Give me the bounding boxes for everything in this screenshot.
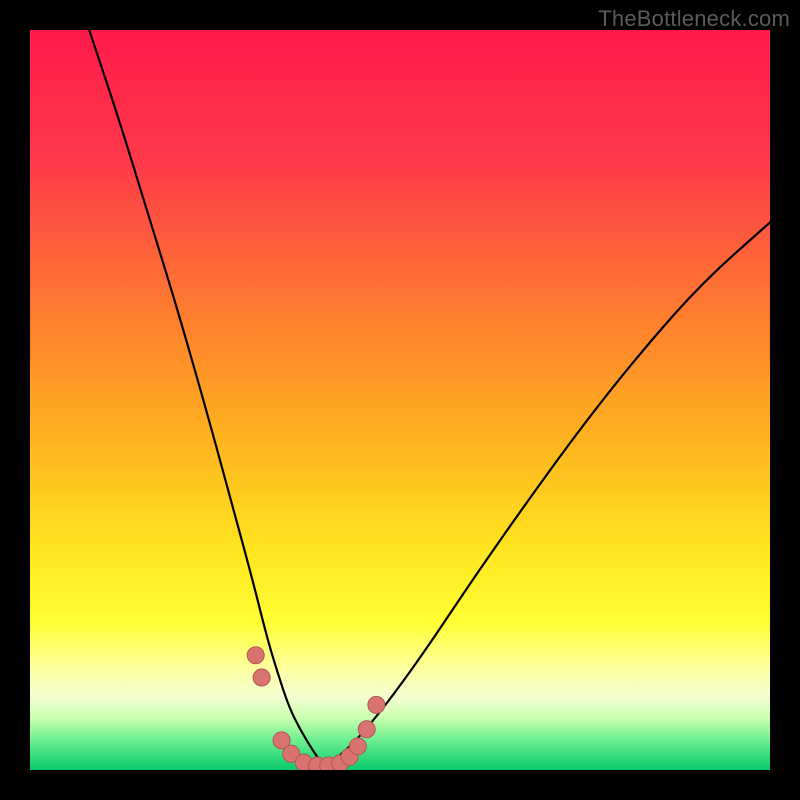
- watermark-text: TheBottleneck.com: [598, 6, 790, 32]
- data-dot: [247, 647, 264, 664]
- bottleneck-chart: [30, 30, 770, 770]
- data-dot: [358, 721, 375, 738]
- data-dot: [253, 669, 270, 686]
- data-dot: [349, 738, 366, 755]
- chart-frame: [30, 30, 770, 770]
- gradient-background: [30, 30, 770, 770]
- data-dot: [368, 696, 385, 713]
